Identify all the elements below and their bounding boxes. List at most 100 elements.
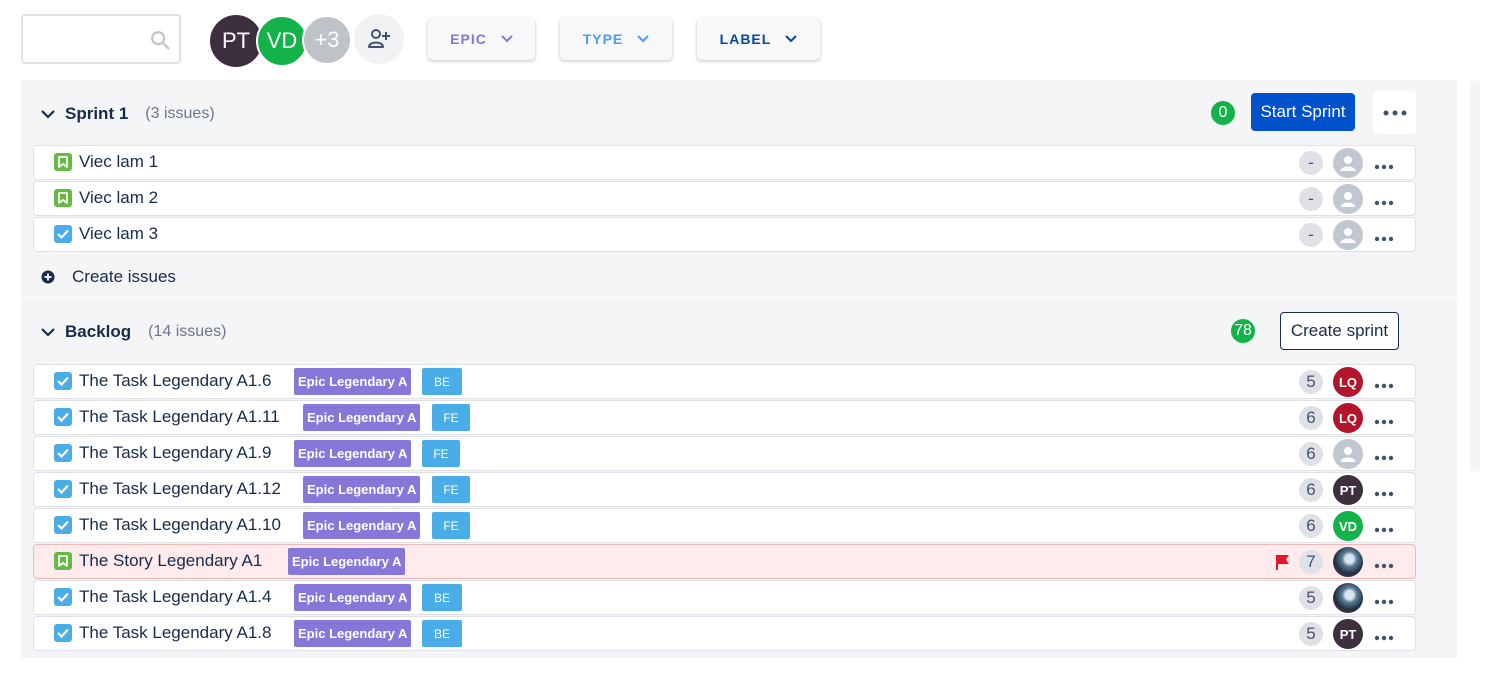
issue-row[interactable]: The Task Legendary A1.6 Epic Legendary A B… [33, 364, 1416, 399]
more-icon[interactable] [1374, 557, 1394, 569]
story-points-badge[interactable]: - [1299, 223, 1323, 247]
more-icon[interactable] [1374, 485, 1394, 497]
search-input[interactable] [21, 14, 181, 64]
assignee-avatar[interactable] [1333, 583, 1363, 613]
assignee-avatar[interactable] [1333, 220, 1363, 250]
issue-summary[interactable]: Viec lam 1 [79, 152, 158, 172]
more-icon[interactable] [1374, 449, 1394, 461]
member-avatar-pt[interactable]: PT [210, 15, 262, 67]
backlog-header[interactable]: Backlog (14 issues) [41, 317, 226, 347]
task-icon [54, 516, 72, 534]
story-points-badge[interactable]: 6 [1299, 478, 1323, 502]
more-icon[interactable] [1374, 629, 1394, 641]
story-points-badge[interactable]: 5 [1299, 622, 1323, 646]
issue-summary[interactable]: Viec lam 3 [79, 224, 158, 244]
more-members-avatar[interactable]: +3 [302, 15, 352, 65]
assignee-avatar[interactable]: LQ [1333, 403, 1363, 433]
vertical-scrollbar[interactable] [1470, 80, 1480, 472]
assignee-avatar[interactable]: PT [1333, 475, 1363, 505]
issue-summary[interactable]: The Task Legendary A1.4 [79, 587, 272, 607]
story-points-badge[interactable]: 6 [1299, 406, 1323, 430]
issue-row[interactable]: The Task Legendary A1.11 Epic Legendary A… [33, 400, 1416, 435]
issue-row[interactable]: The Task Legendary A1.10 Epic Legendary A… [33, 508, 1416, 543]
epic-filter-dropdown[interactable]: EPIC [428, 18, 535, 60]
assignee-avatar[interactable] [1333, 148, 1363, 178]
issue-summary[interactable]: The Story Legendary A1 [79, 551, 262, 571]
issue-summary[interactable]: The Task Legendary A1.9 [79, 443, 272, 463]
add-user-icon [368, 29, 390, 48]
story-points-badge[interactable]: 6 [1299, 442, 1323, 466]
more-members-count: +3 [314, 27, 340, 52]
more-icon[interactable] [1374, 230, 1394, 242]
assignee-initials: PT [1339, 482, 1357, 498]
more-icon[interactable] [1374, 158, 1394, 170]
epic-tag[interactable]: Epic Legendary A [294, 440, 412, 467]
story-points-badge[interactable]: 5 [1299, 586, 1323, 610]
issue-summary[interactable]: The Task Legendary A1.6 [79, 371, 272, 391]
issue-summary[interactable]: Viec lam 2 [79, 188, 158, 208]
issue-row[interactable]: The Story Legendary A1 Epic Legendary A 7 [33, 544, 1416, 579]
issue-row[interactable]: Viec lam 2 - [33, 181, 1416, 216]
create-issues-button[interactable]: Create issues [41, 267, 176, 287]
issue-row[interactable]: The Task Legendary A1.4 Epic Legendary A B… [33, 580, 1416, 615]
label-tag[interactable]: FE [432, 476, 470, 503]
issue-summary[interactable]: The Task Legendary A1.11 [79, 407, 280, 427]
more-icon[interactable] [1374, 521, 1394, 533]
epic-tag[interactable]: Epic Legendary A [288, 548, 406, 575]
label-tag[interactable]: FE [432, 404, 470, 431]
issue-row[interactable]: Viec lam 3 - [33, 217, 1416, 252]
story-points-badge[interactable]: - [1299, 187, 1323, 211]
backlog-title: Backlog [65, 322, 132, 341]
task-icon [54, 225, 72, 243]
label-tag[interactable]: BE [422, 584, 462, 611]
sprint-title: Sprint 1 [65, 104, 129, 123]
search-field[interactable] [29, 24, 153, 56]
assignee-initials: LQ [1338, 410, 1358, 426]
issue-row[interactable]: Viec lam 1 - [33, 145, 1416, 180]
sprint-more-button[interactable] [1373, 91, 1416, 134]
assignee-avatar[interactable] [1333, 547, 1363, 577]
epic-tag[interactable]: Epic Legendary A [303, 404, 421, 431]
assignee-avatar[interactable]: VD [1333, 511, 1363, 541]
label-filter-dropdown[interactable]: LABEL [697, 18, 820, 60]
story-points-badge[interactable]: 7 [1299, 550, 1323, 574]
story-points-badge[interactable]: 5 [1299, 370, 1323, 394]
member-avatar-vd[interactable]: VD [256, 15, 308, 67]
sprint-issue-list: Viec lam 1 - Viec lam 2 - Viec lam 3 - [33, 145, 1416, 253]
epic-tag[interactable]: Epic Legendary A [294, 620, 412, 647]
label-tag[interactable]: FE [432, 512, 470, 539]
more-icon[interactable] [1374, 413, 1394, 425]
epic-tag[interactable]: Epic Legendary A [303, 512, 421, 539]
assignee-avatar[interactable]: LQ [1333, 367, 1363, 397]
epic-tag[interactable]: Epic Legendary A [294, 368, 412, 395]
chevron-down-icon[interactable] [41, 327, 55, 337]
issue-summary[interactable]: The Task Legendary A1.8 [79, 623, 272, 643]
assignee-avatar[interactable]: PT [1333, 619, 1363, 649]
epic-tag[interactable]: Epic Legendary A [303, 476, 421, 503]
more-icon[interactable] [1374, 593, 1394, 605]
add-member-button[interactable] [354, 14, 404, 64]
issue-row[interactable]: The Task Legendary A1.9 Epic Legendary A F… [33, 436, 1416, 471]
chevron-down-icon[interactable] [41, 109, 55, 119]
start-sprint-button[interactable]: Start Sprint [1251, 93, 1355, 131]
create-sprint-button[interactable]: Create sprint [1280, 312, 1399, 350]
assignee-avatar[interactable] [1333, 184, 1363, 214]
issue-summary[interactable]: The Task Legendary A1.10 [79, 515, 281, 535]
issue-row[interactable]: The Task Legendary A1.12 Epic Legendary A… [33, 472, 1416, 507]
story-points-badge[interactable]: 6 [1299, 514, 1323, 538]
assignee-avatar[interactable] [1333, 439, 1363, 469]
label-tag[interactable]: FE [422, 440, 460, 467]
issue-summary[interactable]: The Task Legendary A1.12 [79, 479, 281, 499]
task-icon [54, 624, 72, 642]
more-icon[interactable] [1374, 194, 1394, 206]
more-icon[interactable] [1374, 377, 1394, 389]
issue-row[interactable]: The Task Legendary A1.8 Epic Legendary A B… [33, 616, 1416, 651]
assignee-initials: VD [1338, 518, 1358, 534]
sprint-header[interactable]: Sprint 1 (3 issues) [41, 99, 215, 129]
label-tag[interactable]: BE [422, 368, 462, 395]
board-toolbar: PT VD +3 EPIC TYPE LABEL [0, 0, 1487, 80]
story-points-badge[interactable]: - [1299, 151, 1323, 175]
epic-tag[interactable]: Epic Legendary A [294, 584, 412, 611]
type-filter-dropdown[interactable]: TYPE [560, 18, 672, 60]
label-tag[interactable]: BE [422, 620, 462, 647]
